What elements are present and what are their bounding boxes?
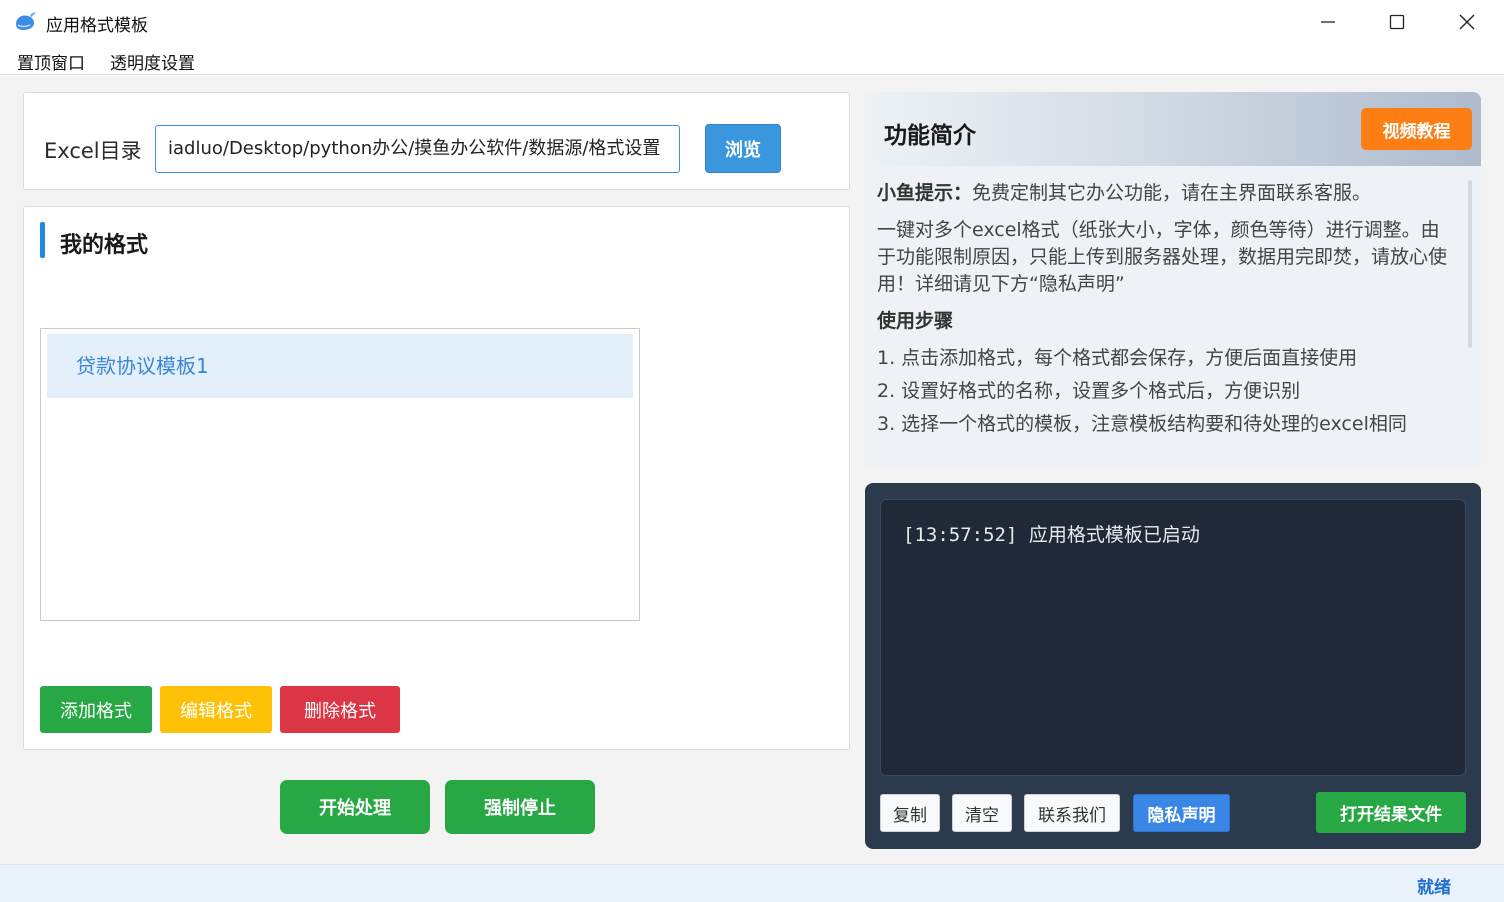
formats-list[interactable]: 贷款协议模板1 <box>40 328 640 621</box>
log-panel: [13:57:52] 应用格式模板已启动 复制 清空 联系我们 隐私声明 打开结… <box>865 483 1481 849</box>
delete-format-button[interactable]: 删除格式 <box>280 686 400 733</box>
intro-scrollbar[interactable] <box>1468 180 1472 348</box>
close-button[interactable] <box>1432 0 1502 44</box>
title-bar: 应用格式模板 <box>0 0 1504 44</box>
start-processing-button[interactable]: 开始处理 <box>280 780 430 834</box>
step-item: 3. 选择一个格式的模板，注意模板结构要和待处理的excel相同 <box>877 413 1407 435</box>
close-icon <box>1459 14 1475 30</box>
tip-label: 小鱼提示： <box>877 182 973 204</box>
excel-dir-value: iadluo/Desktop/python办公/摸鱼办公软件/数据源/格式设置 <box>168 138 661 159</box>
minimize-button[interactable] <box>1293 0 1363 44</box>
tip-text: 免费定制其它办公功能，请在主界面联系客服。 <box>972 182 1372 204</box>
step-item: 2. 设置好格式的名称，设置多个格式后，方便识别 <box>877 380 1301 402</box>
maximize-button[interactable] <box>1362 0 1432 44</box>
maximize-icon <box>1389 14 1405 30</box>
status-text: 就绪 <box>1417 878 1451 898</box>
video-tutorial-button[interactable]: 视频教程 <box>1361 108 1472 150</box>
list-item[interactable]: 贷款协议模板1 <box>47 334 633 398</box>
copy-log-button[interactable]: 复制 <box>880 794 940 832</box>
description-paragraph: 一键对多个excel格式（纸张大小，字体，颜色等待）进行调整。由于功能限制原因，… <box>877 219 1448 295</box>
menu-bar: 置顶窗口 透明度设置 <box>0 44 1504 75</box>
contact-us-button[interactable]: 联系我们 <box>1024 794 1120 832</box>
tip-paragraph: 小鱼提示：免费定制其它办公功能，请在主界面联系客服。 <box>877 180 1457 207</box>
open-result-file-button[interactable]: 打开结果文件 <box>1316 792 1466 833</box>
minimize-icon <box>1321 21 1335 23</box>
menu-opacity-settings[interactable]: 透明度设置 <box>110 49 195 74</box>
intro-header: 功能简介 视频教程 <box>865 92 1481 166</box>
whale-logo-icon <box>16 12 36 30</box>
step-item: 1. 点击添加格式，每个格式都会保存，方便后面直接使用 <box>877 347 1358 369</box>
browse-button[interactable]: 浏览 <box>705 124 781 173</box>
formats-title: 我的格式 <box>60 233 149 258</box>
section-accent-bar <box>40 222 45 258</box>
intro-title: 功能简介 <box>884 123 976 149</box>
log-line: [13:57:52] 应用格式模板已启动 <box>903 524 1200 546</box>
force-stop-button[interactable]: 强制停止 <box>445 780 595 834</box>
intro-body[interactable]: 小鱼提示：免费定制其它办公功能，请在主界面联系客服。 一键对多个excel格式（… <box>877 180 1457 454</box>
add-format-button[interactable]: 添加格式 <box>40 686 152 733</box>
steps-title: 使用步骤 <box>877 310 954 332</box>
excel-dir-label: Excel目录 <box>44 139 142 163</box>
log-output[interactable]: [13:57:52] 应用格式模板已启动 <box>880 499 1466 776</box>
clear-log-button[interactable]: 清空 <box>952 794 1012 832</box>
edit-format-button[interactable]: 编辑格式 <box>160 686 272 733</box>
privacy-statement-button[interactable]: 隐私声明 <box>1133 794 1230 832</box>
intro-panel: 功能简介 视频教程 小鱼提示：免费定制其它办公功能，请在主界面联系客服。 一键对… <box>865 92 1481 468</box>
window-title: 应用格式模板 <box>46 16 148 36</box>
menu-pin-window[interactable]: 置顶窗口 <box>17 49 85 74</box>
excel-dir-input[interactable]: iadluo/Desktop/python办公/摸鱼办公软件/数据源/格式设置 <box>155 125 680 173</box>
status-bar: 就绪 <box>0 864 1504 902</box>
